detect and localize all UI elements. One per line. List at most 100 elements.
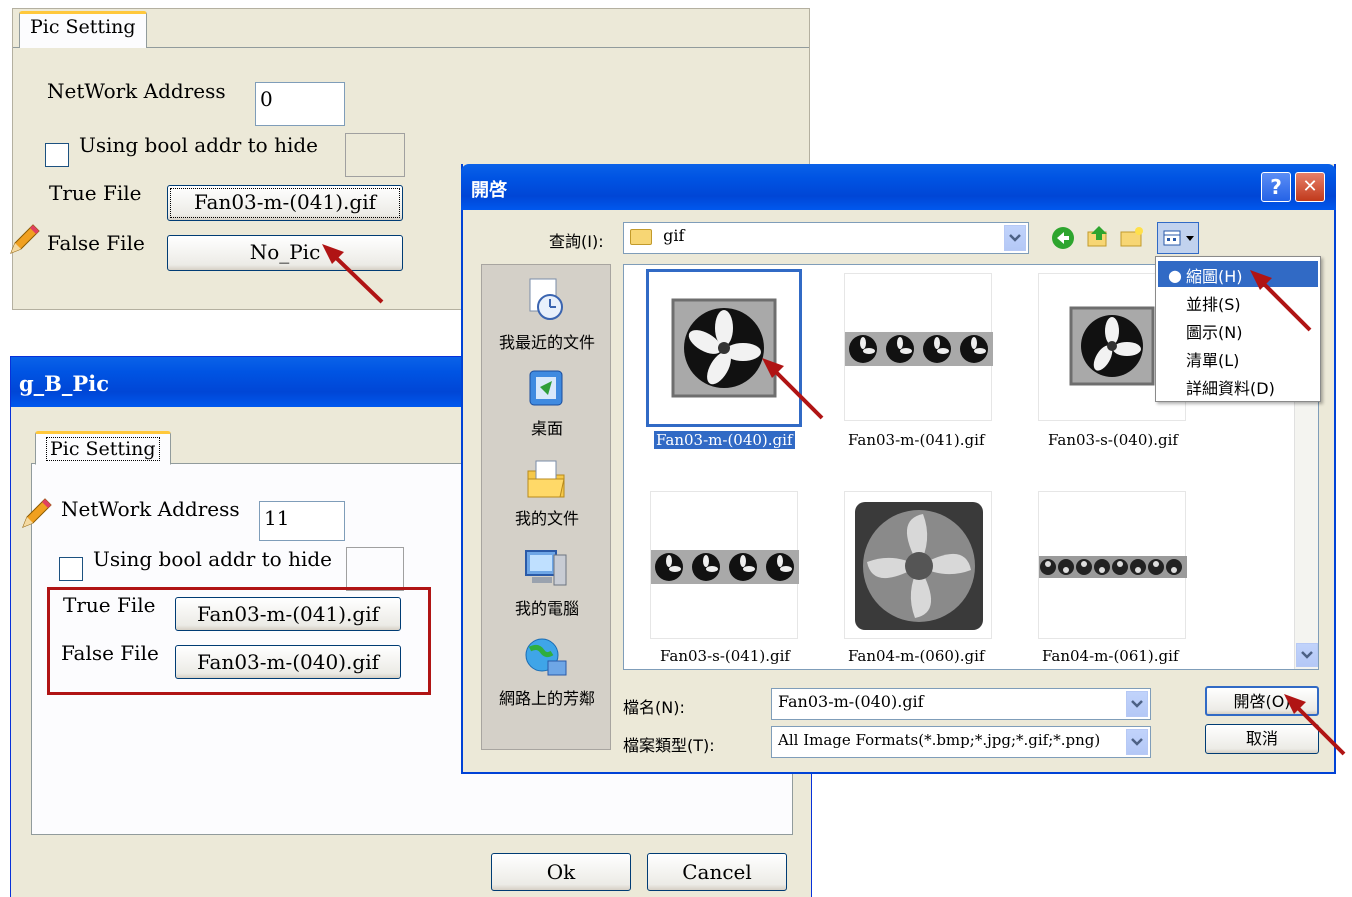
place-desktop[interactable]: 桌面 bbox=[482, 365, 612, 445]
fan-strip-icon bbox=[1039, 556, 1187, 578]
file-item[interactable]: Fan04-m-(061).gif bbox=[1024, 485, 1214, 675]
chevron-down-icon[interactable] bbox=[1126, 691, 1148, 717]
hide-label: Using bool addr to hide bbox=[79, 133, 318, 157]
fan-strip-icon bbox=[845, 332, 993, 366]
file-thumbnail bbox=[844, 273, 993, 421]
fan-icon bbox=[855, 502, 983, 630]
scroll-down-icon[interactable] bbox=[1296, 643, 1318, 667]
lookin-combo[interactable]: gif bbox=[623, 222, 1029, 254]
file-name-label: Fan03-m-(040).gif bbox=[654, 431, 795, 449]
file-thumbnail-selected bbox=[646, 269, 802, 427]
hide-address-input[interactable] bbox=[346, 547, 404, 591]
menu-item-label: 並排(S) bbox=[1186, 295, 1241, 314]
close-icon: ✕ bbox=[1302, 176, 1318, 197]
menu-item-tiles[interactable]: 並排(S) bbox=[1186, 291, 1241, 315]
chevron-down-icon[interactable] bbox=[1004, 225, 1026, 251]
tab-pic-setting[interactable]: Pic Setting bbox=[19, 11, 147, 48]
true-file-button[interactable]: Fan03-m-(041).gif bbox=[167, 185, 403, 221]
highlight-frame bbox=[47, 587, 431, 695]
menu-item-icons[interactable]: 圖示(N) bbox=[1186, 319, 1242, 343]
place-label: 桌面 bbox=[530, 419, 563, 438]
views-icon bbox=[1163, 230, 1194, 246]
filetype-combo[interactable]: All Image Formats(*.bmp;*.jpg;*.gif;*.pn… bbox=[771, 726, 1151, 758]
network-address-label: NetWork Address bbox=[47, 79, 226, 103]
filename-combo[interactable]: Fan03-m-(040).gif bbox=[771, 688, 1151, 720]
hide-checkbox[interactable] bbox=[45, 143, 69, 167]
tab-pic-setting-bottom[interactable]: Pic Setting bbox=[35, 431, 171, 465]
place-recent[interactable]: 我最近的文件 bbox=[482, 275, 612, 355]
file-name-label: Fan03-m-(041).gif bbox=[848, 431, 985, 449]
fan-strip-icon bbox=[651, 550, 799, 584]
menu-item-list[interactable]: 清單(L) bbox=[1186, 347, 1239, 371]
up-folder-icon[interactable] bbox=[1085, 224, 1111, 250]
lookin-label: 查詢(I): bbox=[549, 232, 604, 251]
file-item[interactable]: Fan04-m-(060).gif bbox=[824, 485, 1024, 675]
file-item[interactable]: Fan03-s-(041).gif bbox=[624, 485, 824, 675]
false-file-button[interactable]: No_Pic bbox=[167, 235, 403, 271]
network-address-input[interactable]: 11 bbox=[259, 501, 345, 541]
true-file-label: True File bbox=[49, 181, 142, 205]
help-icon: ? bbox=[1270, 175, 1282, 199]
menu-item-thumbnails[interactable]: ● 縮圖(H) bbox=[1158, 261, 1318, 287]
new-folder-icon[interactable] bbox=[1119, 224, 1145, 250]
pencil-icon bbox=[19, 497, 53, 531]
network-places-icon bbox=[525, 638, 567, 676]
dialog-titlebar[interactable]: 開啓 ? ✕ bbox=[461, 164, 1336, 210]
file-thumbnail bbox=[844, 491, 992, 639]
dialog-title: 開啓 bbox=[471, 180, 507, 201]
hide-checkbox[interactable] bbox=[59, 557, 83, 581]
filename-value: Fan03-m-(040).gif bbox=[778, 692, 924, 711]
place-label: 網路上的芳鄰 bbox=[498, 689, 595, 708]
file-thumbnail bbox=[650, 491, 799, 639]
file-name-label: Fan03-s-(041).gif bbox=[660, 647, 790, 665]
file-name-label: Fan04-m-(060).gif bbox=[848, 647, 985, 665]
places-bar: 我最近的文件 桌面 我的文件 我的電腦 網路上的芳鄰 bbox=[481, 264, 611, 750]
fan-icon bbox=[1069, 306, 1155, 386]
open-dialog: 開啓 ? ✕ 查詢(I): gif 我最近的文件 桌面 我的文件 我的電腦 網路… bbox=[461, 164, 1336, 774]
network-address-label: NetWork Address bbox=[61, 497, 240, 521]
help-button[interactable]: ? bbox=[1261, 172, 1291, 202]
back-icon[interactable] bbox=[1051, 226, 1075, 250]
place-my-documents[interactable]: 我的文件 bbox=[482, 455, 612, 535]
view-dropdown-menu: ● 縮圖(H) 並排(S) 圖示(N) 清單(L) 詳細資料(D) bbox=[1155, 256, 1321, 402]
dialog-cancel-button[interactable]: 取消 bbox=[1205, 724, 1319, 754]
chevron-down-icon[interactable] bbox=[1126, 729, 1148, 755]
tab-label: Pic Setting bbox=[46, 437, 160, 461]
file-item[interactable]: Fan03-m-(041).gif bbox=[824, 265, 1024, 465]
hide-address-input[interactable] bbox=[345, 133, 405, 177]
desktop-icon bbox=[529, 370, 563, 406]
false-file-label: False File bbox=[47, 231, 145, 255]
my-documents-icon bbox=[527, 460, 565, 498]
ok-button[interactable]: Ok bbox=[491, 853, 631, 891]
network-address-input[interactable]: 0 bbox=[255, 82, 345, 126]
open-button[interactable]: 開啓(O) bbox=[1205, 686, 1319, 716]
pencil-icon bbox=[7, 223, 41, 257]
file-item[interactable]: Fan03-m-(040).gif bbox=[624, 265, 824, 465]
lookin-value: gif bbox=[663, 226, 685, 245]
filetype-label: 檔案類型(T): bbox=[623, 736, 715, 755]
window-title: g_B_Pic bbox=[19, 371, 109, 396]
hide-label: Using bool addr to hide bbox=[93, 547, 332, 571]
menu-item-label: 詳細資料(D) bbox=[1186, 379, 1275, 398]
menu-item-label: 縮圖(H) bbox=[1186, 267, 1243, 286]
close-button[interactable]: ✕ bbox=[1295, 172, 1325, 202]
file-thumbnail bbox=[1038, 491, 1187, 639]
place-my-computer[interactable]: 我的電腦 bbox=[482, 545, 612, 625]
place-label: 我的電腦 bbox=[514, 599, 579, 618]
bullet-icon: ● bbox=[1168, 266, 1182, 285]
file-name-label: Fan03-s-(040).gif bbox=[1048, 431, 1178, 449]
my-computer-icon bbox=[525, 550, 567, 586]
recent-documents-icon bbox=[529, 278, 563, 320]
place-label: 我最近的文件 bbox=[498, 333, 595, 352]
place-network[interactable]: 網路上的芳鄰 bbox=[482, 635, 612, 715]
menu-item-label: 圖示(N) bbox=[1186, 323, 1243, 342]
menu-item-details[interactable]: 詳細資料(D) bbox=[1186, 375, 1275, 399]
fan-icon bbox=[671, 298, 777, 398]
folder-icon bbox=[630, 228, 652, 245]
filename-label: 檔名(N): bbox=[623, 698, 685, 717]
cancel-button[interactable]: Cancel bbox=[647, 853, 787, 891]
view-menu-button[interactable] bbox=[1157, 222, 1199, 254]
file-name-label: Fan04-m-(061).gif bbox=[1042, 647, 1179, 665]
place-label: 我的文件 bbox=[514, 509, 579, 528]
filetype-value: All Image Formats(*.bmp;*.jpg;*.gif;*.pn… bbox=[778, 731, 1101, 749]
